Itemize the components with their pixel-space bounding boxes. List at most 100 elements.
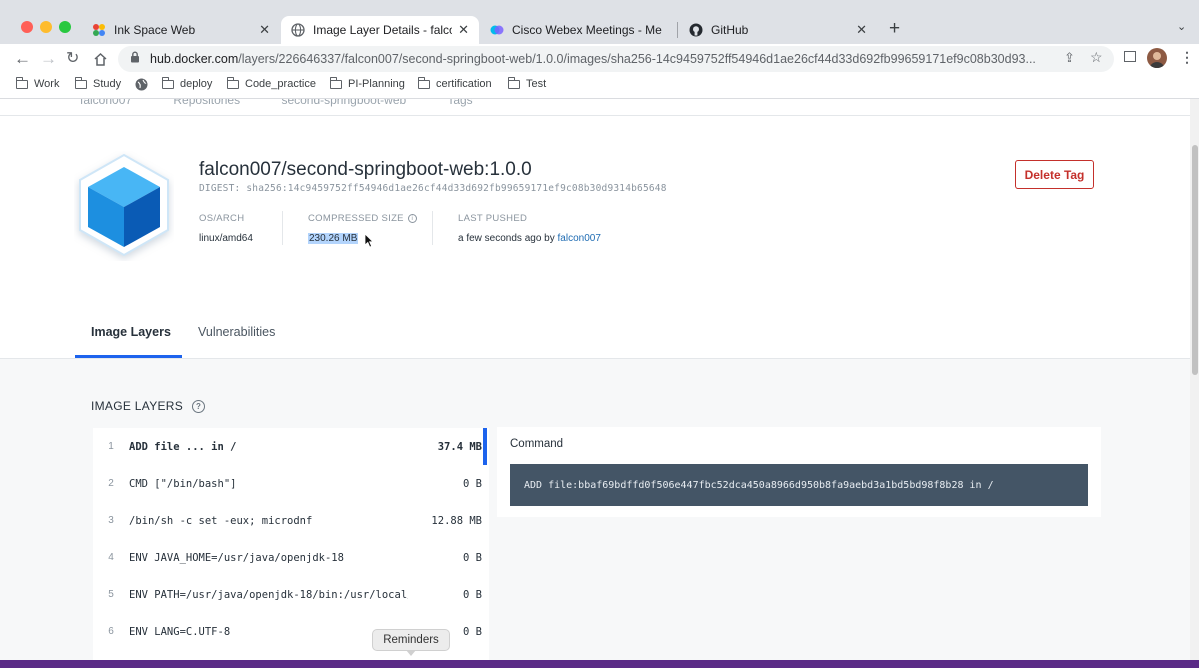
ink-space-icon [92, 23, 106, 37]
folder-icon [329, 76, 342, 89]
layer-command: ENV JAVA_HOME=/usr/java/openjdk-18 [129, 551, 344, 564]
scrollbar-thumb[interactable] [1192, 145, 1198, 375]
compressed-size-text: 230.26 MB [308, 233, 359, 244]
bookmarks-bar: Work Study deploy Code_practice PI-Plann… [0, 74, 1199, 99]
layer-row[interactable]: 2 CMD ["/bin/bash"] 0 B [93, 465, 482, 502]
tab-title: Image Layer Details - falcon007 [313, 23, 452, 37]
layer-number: 5 [108, 589, 114, 600]
address-bar[interactable]: hub.docker.com/layers/226646337/falcon00… [118, 46, 1114, 72]
layer-list: 1 ADD file ... in / 37.4 MB 2 CMD ["/bin… [93, 428, 489, 660]
bookmark-certification[interactable]: certification [417, 76, 492, 90]
last-pushed-label: LAST PUSHED [458, 213, 528, 224]
tab-search-chevron-icon[interactable]: ⌄ [1177, 20, 1186, 33]
minimize-window-button[interactable] [40, 21, 52, 33]
folder-icon [161, 76, 174, 89]
layer-row[interactable]: 3 /bin/sh -c set -eux; microdnf 12.88 MB [93, 502, 482, 539]
bookmark-label: PI-Planning [348, 78, 405, 90]
close-tab-icon[interactable]: ✕ [856, 22, 867, 38]
bookmark-deploy[interactable]: deploy [161, 76, 213, 90]
share-icon[interactable]: ⇪ [1064, 50, 1075, 66]
layer-size: 37.4 MB [437, 440, 482, 453]
bookmark-test[interactable]: Test [507, 76, 547, 90]
compressed-size-value: 230.26 MB [308, 233, 359, 244]
image-digest: DIGEST: sha256:14c9459752ff54946d1ae26cf… [199, 183, 667, 194]
close-tab-icon[interactable]: ✕ [458, 22, 469, 38]
globe-icon [135, 78, 148, 91]
tab-ink-space[interactable]: Ink Space Web ✕ [82, 16, 280, 44]
webex-icon [490, 23, 504, 37]
tab-webex[interactable]: Cisco Webex Meetings - Meeting [480, 16, 678, 44]
help-icon[interactable]: ? [192, 399, 206, 413]
globe-icon [291, 23, 305, 37]
reload-icon[interactable]: ↻ [66, 48, 79, 70]
tab-image-layers[interactable]: Image Layers [91, 325, 171, 339]
breadcrumb-item[interactable]: Tags [447, 99, 472, 107]
command-label: Command [510, 438, 564, 450]
breadcrumb-item[interactable]: falcon007 [80, 99, 132, 107]
divider [282, 211, 283, 245]
menu-kebab-icon[interactable]: ⋮ [1180, 49, 1194, 66]
bookmark-label: certification [436, 78, 492, 90]
tab-github[interactable]: GitHub ✕ [679, 16, 877, 44]
last-pushed-text: a few seconds ago by [458, 233, 555, 244]
layer-command: /bin/sh -c set -eux; microdnf [129, 514, 313, 527]
layer-row[interactable]: 4 ENV JAVA_HOME=/usr/java/openjdk-18 0 B [93, 539, 482, 576]
image-layers-section: IMAGE LAYERS ? 1 ADD file ... in / 37.4 … [0, 359, 1190, 660]
tab-title: Cisco Webex Meetings - Meeting [512, 23, 662, 37]
bookmark-label: Work [34, 78, 60, 90]
os-arch-label: OS/ARCH [199, 213, 245, 224]
side-panel-icon[interactable] [1124, 51, 1136, 62]
bookmark-work[interactable]: Work [15, 76, 60, 90]
active-tab-indicator [75, 355, 182, 358]
lock-icon[interactable] [130, 50, 140, 68]
bookmark-label: Test [526, 78, 547, 90]
tab-image-layer-details[interactable]: Image Layer Details - falcon007 ✕ [281, 16, 479, 44]
command-panel: Command ADD file:bbaf69bdffd0f506e447fbc… [497, 427, 1101, 517]
image-cube-icon [74, 151, 174, 261]
folder-icon [226, 76, 239, 89]
url-text: hub.docker.com/layers/226646337/falcon00… [150, 52, 1055, 66]
breadcrumb-item[interactable]: second-springboot-web [281, 99, 406, 107]
close-tab-icon[interactable]: ✕ [259, 22, 270, 38]
layer-number: 4 [108, 552, 114, 563]
url-host: hub.docker.com [150, 52, 239, 66]
image-layers-heading: IMAGE LAYERS [91, 399, 184, 413]
bookmark-pi-planning[interactable]: PI-Planning [329, 76, 405, 90]
layer-size: 0 B [463, 551, 482, 564]
bookmark-code-practice[interactable]: Code_practice [226, 76, 316, 90]
layer-row[interactable]: 1 ADD file ... in / 37.4 MB [93, 428, 482, 465]
breadcrumb-item[interactable]: Repositories [173, 99, 240, 107]
layer-command: ENV PATH=/usr/java/openjdk-18/bin:/usr/l… [129, 588, 408, 601]
page-tabs: Image Layers Vulnerabilities [0, 304, 1190, 359]
layer-command: CMD ["/bin/bash"] [129, 477, 237, 490]
profile-avatar[interactable] [1147, 48, 1167, 68]
pushed-by-user-link[interactable]: falcon007 [558, 233, 601, 244]
github-icon [689, 23, 703, 37]
os-arch-value: linux/amd64 [199, 233, 253, 244]
forward-arrow-icon[interactable]: → [40, 48, 57, 70]
url-path: /layers/226646337/falcon007/second-sprin… [238, 52, 1036, 66]
home-icon[interactable] [93, 48, 108, 73]
bookmark-label: Study [93, 78, 122, 90]
layer-size: 0 B [463, 588, 482, 601]
compressed-size-label: COMPRESSED SIZE [308, 213, 404, 224]
back-arrow-icon[interactable]: ← [14, 48, 31, 70]
delete-tag-button[interactable]: Delete Tag [1015, 160, 1094, 189]
bookmark-study[interactable]: Study [74, 76, 122, 90]
dock-edge [0, 660, 1199, 668]
bookmark-site[interactable] [135, 78, 148, 91]
tab-separator [677, 22, 678, 38]
bookmark-star-icon[interactable]: ☆ [1090, 49, 1103, 66]
layer-row[interactable]: 5 ENV PATH=/usr/java/openjdk-18/bin:/usr… [93, 576, 482, 613]
new-tab-button[interactable]: + [889, 18, 900, 40]
section-heading: IMAGE LAYERS ? [91, 399, 206, 413]
info-icon[interactable]: i [407, 214, 417, 223]
close-window-button[interactable] [21, 21, 33, 33]
maximize-window-button[interactable] [59, 21, 71, 33]
last-pushed-value: a few seconds ago by falcon007 [458, 233, 601, 244]
folder-icon [507, 76, 520, 89]
folder-icon [15, 76, 28, 89]
tab-vulnerabilities[interactable]: Vulnerabilities [198, 325, 275, 339]
command-text[interactable]: ADD file:bbaf69bdffd0f506e447fbc52dca450… [510, 464, 1088, 506]
bookmark-label: deploy [180, 78, 213, 90]
